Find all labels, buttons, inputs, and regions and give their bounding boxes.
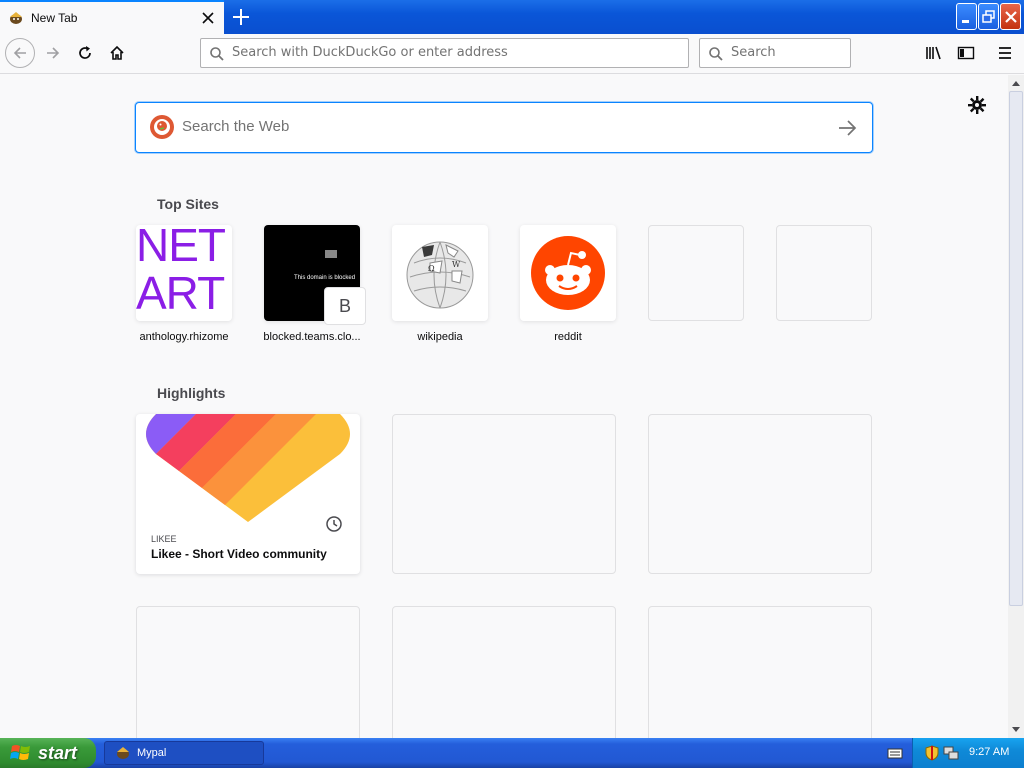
mypal-app-icon: [117, 747, 129, 759]
taskbar-item-label: Mypal: [137, 747, 167, 759]
taskbar: start Mypal 9:27 AM: [0, 738, 1024, 768]
highlight-title: Likee - Short Video community: [151, 547, 327, 561]
top-site-label: reddit: [554, 331, 582, 343]
start-button[interactable]: start: [0, 738, 96, 768]
likee-heart-icon: [146, 414, 350, 522]
highlight-card-empty: [648, 414, 872, 574]
empty-site-tile: [776, 225, 872, 321]
clock-icon: [319, 509, 349, 539]
highlight-card-likee[interactable]: LIKEE Likee - Short Video community: [136, 414, 360, 574]
top-site-reddit[interactable]: reddit: [520, 225, 616, 343]
block-graphic-icon: [325, 250, 337, 258]
netart-logo-line1: NET: [136, 225, 226, 271]
top-site-tile[interactable]: This domain is blocked B: [264, 225, 366, 325]
highlight-card-empty: [648, 606, 872, 738]
highlight-source: LIKEE: [151, 534, 177, 544]
windows-logo-icon: [10, 745, 30, 760]
system-tray: 9:27 AM: [912, 738, 1024, 768]
newtab-page: Top Sites NET ART anthology.rhizome This…: [0, 75, 1008, 738]
back-button[interactable]: [5, 38, 35, 68]
search-input[interactable]: [731, 45, 841, 60]
address-bar[interactable]: [200, 38, 689, 68]
mypal-favicon-icon: [10, 12, 22, 24]
close-window-button[interactable]: [1000, 3, 1021, 30]
top-sites-title: Top Sites: [157, 196, 219, 212]
security-shield-icon[interactable]: [925, 745, 939, 761]
highlights-title: Highlights: [157, 385, 226, 401]
library-button[interactable]: [919, 38, 949, 68]
back-arrow-icon: [13, 47, 26, 59]
reload-button[interactable]: [70, 38, 100, 68]
hamburger-menu-icon: [999, 47, 1011, 59]
sidebar-button[interactable]: [951, 38, 981, 68]
fallback-letter: B: [324, 287, 366, 325]
blocked-domain-text: This domain is blocked: [294, 275, 356, 281]
highlight-card-empty: [136, 606, 360, 738]
sidebar-icon: [957, 46, 975, 60]
scroll-up-arrow-icon[interactable]: [1008, 75, 1024, 91]
search-bar[interactable]: [699, 38, 851, 68]
netart-logo: NET ART: [136, 225, 226, 319]
top-site-empty: [648, 225, 744, 321]
home-button[interactable]: [102, 38, 132, 68]
top-site-label: anthology.rhizome: [139, 331, 229, 343]
new-tab-plus-icon[interactable]: [229, 5, 253, 29]
nav-toolbar: [0, 34, 1024, 74]
search-icon: [210, 47, 224, 61]
highlight-card-empty: [392, 606, 616, 738]
page-scrollbar[interactable]: [1008, 75, 1024, 738]
minimize-button[interactable]: [956, 3, 977, 30]
empty-site-tile: [648, 225, 744, 321]
network-icon[interactable]: [943, 745, 959, 761]
svg-text:W: W: [452, 260, 461, 269]
tab-new-tab[interactable]: New Tab: [0, 0, 224, 34]
restore-icon: [982, 10, 995, 23]
likee-heart-image: [136, 414, 360, 522]
highlight-card-empty: [392, 414, 616, 574]
top-site-tile[interactable]: [520, 225, 616, 321]
close-icon: [1005, 11, 1017, 23]
svg-text:Ω: Ω: [428, 264, 435, 273]
start-label: start: [38, 742, 78, 763]
clock-time: 9:27 AM: [969, 746, 1010, 758]
netart-logo-line2: ART: [136, 267, 225, 319]
forward-button[interactable]: [38, 38, 68, 68]
top-site-tile[interactable]: NET ART: [136, 225, 232, 321]
tab-title: New Tab: [31, 11, 78, 25]
reddit-logo-icon: [531, 236, 605, 310]
duckduckgo-logo-icon: [150, 115, 174, 139]
scroll-down-arrow-icon[interactable]: [1008, 722, 1024, 738]
keyboard-icon[interactable]: [887, 746, 903, 760]
top-site-blocked-teams[interactable]: This domain is blocked B blocked.teams.c…: [263, 225, 366, 343]
minimize-icon: [962, 20, 969, 23]
restore-button[interactable]: [978, 3, 999, 30]
gear-icon[interactable]: [966, 94, 988, 116]
top-site-tile[interactable]: Ω W: [392, 225, 488, 321]
search-icon: [709, 47, 723, 61]
home-icon: [110, 45, 124, 60]
top-site-rhizome[interactable]: NET ART anthology.rhizome: [136, 225, 232, 343]
wikipedia-globe-icon: Ω W: [406, 241, 474, 309]
web-search-input[interactable]: [182, 118, 822, 135]
menu-button[interactable]: [990, 38, 1020, 68]
web-search-box[interactable]: [135, 102, 873, 153]
search-submit-arrow-icon[interactable]: [836, 118, 858, 138]
library-icon: [926, 46, 941, 60]
address-input[interactable]: [232, 45, 672, 60]
taskbar-item-mypal[interactable]: Mypal: [104, 741, 264, 765]
close-tab-icon[interactable]: [198, 8, 218, 28]
top-site-empty: [776, 225, 872, 321]
title-bar: New Tab: [0, 0, 1024, 34]
forward-arrow-icon: [47, 47, 60, 59]
top-site-label: blocked.teams.clo...: [263, 331, 361, 343]
reload-icon: [79, 46, 91, 59]
top-site-wikipedia[interactable]: Ω W wikipedia: [392, 225, 488, 343]
scrollbar-thumb[interactable]: [1009, 91, 1023, 606]
top-site-label: wikipedia: [417, 331, 463, 343]
